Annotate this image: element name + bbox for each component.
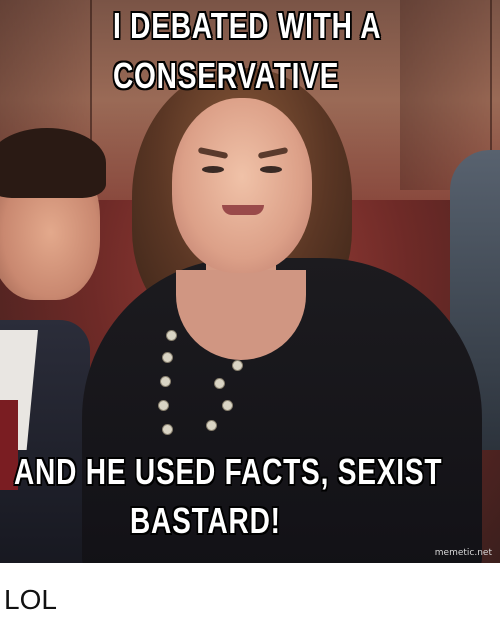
right-eye	[260, 166, 282, 173]
watermark: memetic.net	[434, 548, 492, 558]
meme-bottom-text-line-1: AND HE USED FACTS, SEXIST	[14, 451, 443, 492]
necklace-bead	[206, 420, 217, 431]
left-man-hair	[0, 128, 106, 198]
necklace-bead	[160, 376, 171, 387]
left-eye	[202, 166, 224, 173]
meme-bottom-text-line-2: BASTARD!	[130, 500, 281, 541]
necklace-bead	[162, 352, 173, 363]
necklace-bead	[232, 360, 243, 371]
caption-text: LOL	[4, 584, 57, 615]
meme-top-text-line-2: CONSERVATIVE	[113, 55, 340, 96]
necklace-bead	[166, 330, 177, 341]
necklace-bead	[162, 424, 173, 435]
meme-image: I DEBATED WITH A CONSERVATIVE AND HE USE…	[0, 0, 500, 563]
necklace-bead	[158, 400, 169, 411]
mouth	[222, 205, 264, 215]
woman-face	[172, 98, 312, 273]
meme-top-text-line-1: I DEBATED WITH A	[113, 5, 382, 46]
necklace-bead	[214, 378, 225, 389]
necklace-bead	[222, 400, 233, 411]
